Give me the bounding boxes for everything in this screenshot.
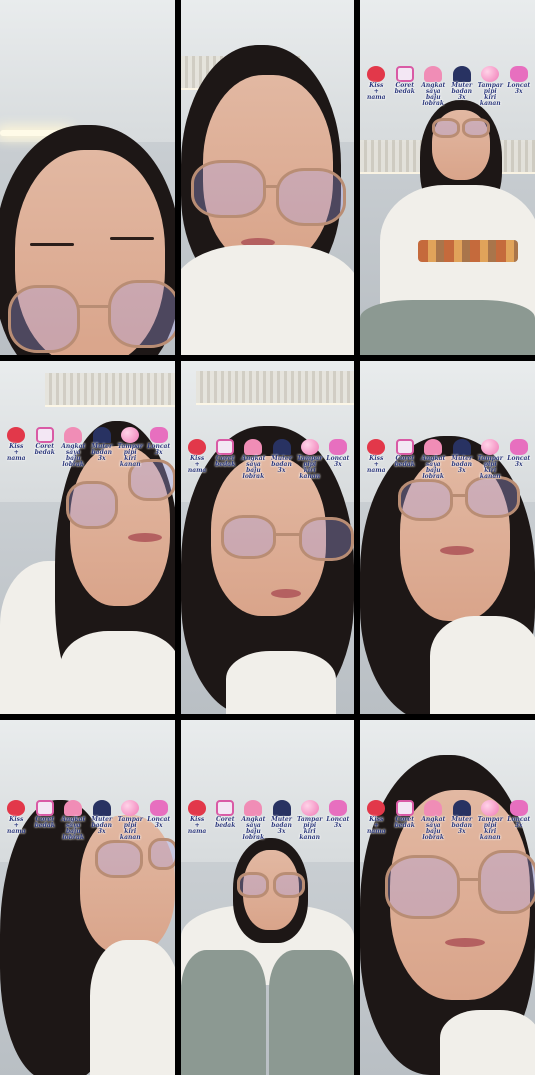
ball-icon bbox=[300, 800, 319, 816]
lips-icon bbox=[367, 800, 386, 816]
video-tile-5[interactable]: Kiss + nama Coret bedak Angkat saya baju… bbox=[181, 361, 354, 714]
effect-kiss[interactable]: Kiss + nama bbox=[363, 66, 389, 107]
video-grid: Kiss + nama Coret bedak Angkat saya baju… bbox=[0, 0, 535, 1075]
effect-loncat[interactable]: Loncat 3x bbox=[506, 66, 532, 107]
heart-icon bbox=[328, 800, 347, 816]
video-tile-6[interactable]: Kiss + nama Coret bedak Angkat saya baju… bbox=[360, 361, 535, 714]
heart-icon bbox=[509, 66, 528, 82]
cone-icon bbox=[64, 800, 83, 816]
heart-icon bbox=[149, 427, 168, 443]
heart-icon bbox=[509, 439, 528, 455]
lips-icon bbox=[188, 439, 207, 455]
heart-icon bbox=[509, 800, 528, 816]
ball-icon bbox=[300, 439, 319, 455]
ball-icon bbox=[481, 800, 500, 816]
cap-icon bbox=[452, 66, 471, 82]
frame-icon bbox=[35, 800, 54, 816]
video-tile-7[interactable]: Kiss + nama Coret bedak Angkat saya baju… bbox=[0, 720, 175, 1075]
video-tile-8[interactable]: Kiss + nama Coret bedak Angkat saya baju… bbox=[181, 720, 354, 1075]
cap-icon bbox=[92, 800, 111, 816]
effect-coret[interactable]: Coret bedak bbox=[392, 66, 418, 107]
cone-icon bbox=[424, 66, 443, 82]
cap-icon bbox=[452, 439, 471, 455]
frame-icon bbox=[395, 439, 414, 455]
heart-icon bbox=[149, 800, 168, 816]
video-tile-4[interactable]: Kiss + nama Coret bedak Angkat saya baju… bbox=[0, 361, 175, 714]
effect-tampar[interactable]: Tampar pipi kiri kanan bbox=[477, 66, 503, 107]
ball-icon bbox=[121, 427, 140, 443]
cone-icon bbox=[244, 800, 263, 816]
effect-muter[interactable]: Muter badan 3x bbox=[449, 66, 475, 107]
cone-icon bbox=[424, 439, 443, 455]
heart-icon bbox=[328, 439, 347, 455]
cone-icon bbox=[424, 800, 443, 816]
frame-icon bbox=[216, 800, 235, 816]
cap-icon bbox=[272, 800, 291, 816]
effect-angkat[interactable]: Angkat saya baju lobrak bbox=[420, 66, 446, 107]
lips-icon bbox=[7, 427, 26, 443]
lips-icon bbox=[367, 439, 386, 455]
lips-icon bbox=[188, 800, 207, 816]
frame-icon bbox=[395, 800, 414, 816]
ball-icon bbox=[481, 66, 500, 82]
cap-icon bbox=[272, 439, 291, 455]
video-tile-3[interactable]: Kiss + nama Coret bedak Angkat saya baju… bbox=[360, 0, 535, 355]
video-tile-1[interactable] bbox=[0, 0, 175, 355]
frame-icon bbox=[216, 439, 235, 455]
frame-icon bbox=[395, 66, 414, 82]
lips-icon bbox=[367, 66, 386, 82]
cap-icon bbox=[452, 800, 471, 816]
video-tile-2[interactable] bbox=[181, 0, 354, 355]
cone-icon bbox=[64, 427, 83, 443]
frame-icon bbox=[35, 427, 54, 443]
cap-icon bbox=[92, 427, 111, 443]
glasses bbox=[8, 285, 80, 353]
cone-icon bbox=[244, 439, 263, 455]
ball-icon bbox=[121, 800, 140, 816]
lips-icon bbox=[7, 800, 26, 816]
effect-panel: Kiss + nama Coret bedak Angkat saya baju… bbox=[360, 66, 535, 107]
video-tile-9[interactable]: Kiss + nama Coret bedak Angkat saya baju… bbox=[360, 720, 535, 1075]
ball-icon bbox=[481, 439, 500, 455]
